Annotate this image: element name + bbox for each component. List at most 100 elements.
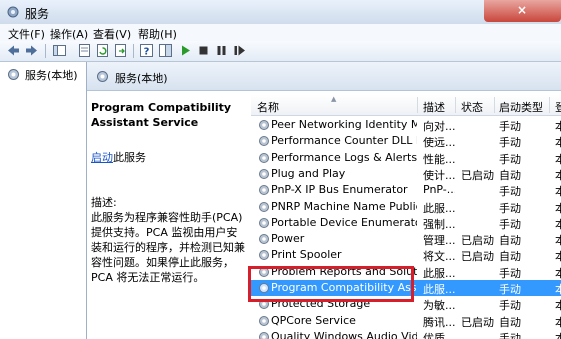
table-row[interactable]: Protected Storage 为敏... 手动 本	[251, 296, 561, 312]
menu-file[interactable]: 文件(F)	[8, 26, 45, 42]
column-startup-type[interactable]: 启动类型	[499, 99, 543, 115]
table-row[interactable]: PNRP Machine Name Publicati... 此服... 手动 本	[251, 199, 561, 215]
service-name: Quality Windows Audio Video ...	[271, 329, 417, 339]
table-row[interactable]: QPCore Service 腾讯... 已启动 自动 本	[251, 313, 561, 329]
column-divider[interactable]	[549, 97, 550, 113]
column-description[interactable]: 描述	[423, 99, 445, 115]
menu-view[interactable]: 查看(V)	[93, 26, 131, 42]
service-startup-type: 手动	[499, 266, 521, 280]
play-icon[interactable]	[178, 43, 193, 58]
service-description: PnP-...	[423, 183, 455, 197]
table-row[interactable]: Quality Windows Audio Video ... 优质... 手动 本	[251, 329, 561, 339]
help-icon[interactable]: ?	[139, 43, 154, 58]
table-row[interactable]: Performance Logs & Alerts 性能... 手动 本	[251, 150, 561, 166]
window-title: 服务	[25, 7, 50, 21]
main-header-label: 服务(本地)	[115, 72, 168, 85]
tree-item-label: 服务(本地)	[25, 69, 78, 82]
service-description: 优质...	[423, 331, 455, 339]
show-hide-icon[interactable]	[158, 43, 173, 58]
menu-bar: 文件(F) 操作(A) 查看(V) 帮助(H)	[0, 24, 561, 41]
service-title: Program Compatibility Assistant Service	[91, 101, 232, 129]
column-logon-as[interactable]: 登	[555, 99, 561, 115]
service-name: Protected Storage	[271, 297, 371, 311]
service-logon: 本	[555, 185, 561, 199]
service-logon: 本	[555, 234, 561, 248]
service-startup-type: 手动	[499, 136, 521, 150]
service-gear-icon	[259, 250, 269, 261]
pause-icon[interactable]	[214, 43, 229, 58]
table-row[interactable]: Problem Reports and Solution... 此服... 手动 本	[251, 264, 561, 280]
service-startup-type: 自动	[499, 168, 521, 182]
sort-arrow-icon: ▲	[331, 95, 337, 103]
service-startup-type: 手动	[499, 331, 521, 339]
service-gear-icon	[259, 201, 269, 212]
column-divider[interactable]	[455, 97, 456, 113]
table-row[interactable]: Program Compatibility Assista... 此服... 手动 本	[251, 280, 561, 296]
service-gear-icon	[259, 331, 269, 339]
table-row[interactable]: Print Spooler 将文... 已启动 自动 本	[251, 247, 561, 263]
service-status: 已启动	[461, 315, 494, 329]
service-name: Power	[271, 232, 305, 246]
stop-icon[interactable]	[196, 43, 211, 58]
close-button[interactable]: ×	[484, 0, 561, 22]
toolbar: ?	[0, 41, 561, 62]
service-logon: 本	[555, 250, 561, 264]
table-row[interactable]: PnP-X IP Bus Enumerator PnP-... 手动 本	[251, 182, 561, 198]
refresh-icon[interactable]	[95, 43, 110, 58]
services-gear-icon	[8, 69, 19, 80]
service-description: 性能...	[423, 152, 455, 166]
start-line: 启动此服务	[91, 149, 146, 165]
table-row[interactable]: Plug and Play 使计... 已启动 自动 本	[251, 166, 561, 182]
column-name[interactable]: 名称	[257, 99, 279, 115]
service-description: 为敏...	[423, 299, 455, 313]
close-icon: ×	[517, 3, 528, 17]
service-description: 此服...	[423, 283, 455, 296]
service-status: 已启动	[461, 234, 494, 248]
service-logon: 本	[555, 201, 561, 215]
service-logon: 本	[555, 299, 561, 313]
service-logon: 本	[555, 168, 561, 182]
service-description: 向对...	[423, 120, 455, 133]
column-divider[interactable]	[417, 97, 418, 113]
table-row[interactable]: Performance Counter DLL Host 使远... 手动 本	[251, 133, 561, 149]
service-startup-type: 手动	[499, 152, 521, 166]
table-row[interactable]: Power 管理... 已启动 自动 本	[251, 231, 561, 247]
service-name: Portable Device Enumerator S...	[271, 215, 417, 229]
service-startup-type: 手动	[499, 283, 521, 296]
service-gear-icon	[259, 152, 269, 163]
column-divider[interactable]	[494, 97, 495, 113]
service-description: 此服...	[423, 201, 455, 215]
start-service-link[interactable]: 启动	[91, 151, 113, 164]
back-arrow-icon[interactable]	[6, 43, 21, 58]
tree-item-services-local[interactable]: 服务(本地)	[4, 66, 84, 82]
service-description: 使远...	[423, 136, 455, 150]
menu-help[interactable]: 帮助(H)	[138, 26, 177, 42]
export-icon[interactable]	[113, 43, 128, 58]
service-logon: 本	[555, 217, 561, 231]
service-gear-icon	[259, 234, 269, 245]
service-description: 使计...	[423, 168, 455, 182]
forward-arrow-icon[interactable]	[24, 43, 39, 58]
console-tree-icon[interactable]	[52, 43, 67, 58]
service-name: Performance Counter DLL Host	[271, 134, 417, 148]
service-gear-icon	[259, 299, 269, 310]
service-description: 管理...	[423, 234, 455, 248]
service-logon: 本	[555, 136, 561, 150]
menu-action[interactable]: 操作(A)	[50, 26, 88, 42]
description-text: 此服务为程序兼容性助手(PCA)提供支持。PCA 监视由用户安装和运行的程序，并…	[91, 211, 245, 284]
service-name: Print Spooler	[271, 248, 342, 262]
main-header: 服务(本地)	[87, 62, 561, 91]
service-logon: 本	[555, 120, 561, 133]
service-gear-icon	[259, 185, 269, 196]
table-row[interactable]: Portable Device Enumerator S... 强制... 手动 本	[251, 215, 561, 231]
services-gear-icon	[7, 6, 19, 18]
title-bar: 服务 ×	[0, 0, 561, 25]
properties-icon[interactable]	[77, 43, 92, 58]
column-status[interactable]: 状态	[461, 99, 483, 115]
service-logon: 本	[555, 283, 561, 296]
service-logon: 本	[555, 331, 561, 339]
toolbar-separator	[133, 44, 134, 58]
table-row[interactable]: Peer Networking Identity Man... 向对... 手动 本	[251, 117, 561, 133]
restart-icon[interactable]	[232, 43, 247, 58]
service-gear-icon	[259, 315, 269, 326]
